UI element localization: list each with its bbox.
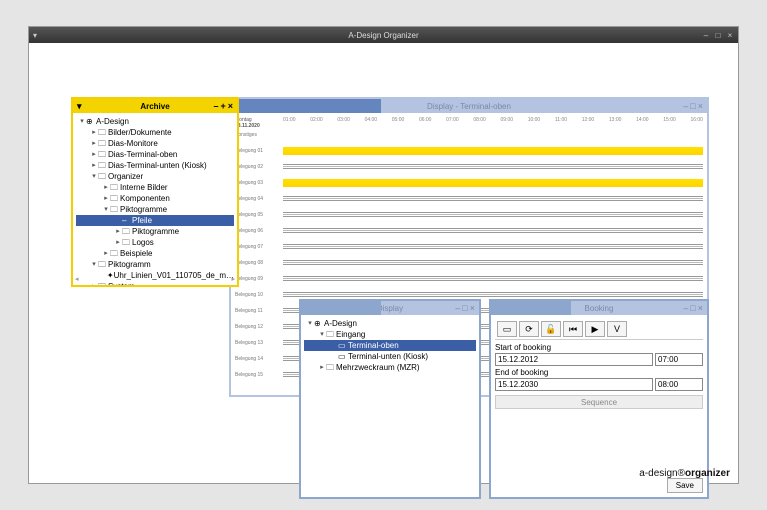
booking-tab[interactable] [491,301,571,315]
tree-row[interactable]: ▾🗀Organizer [76,171,234,182]
window-close-icon[interactable]: × [726,31,734,40]
save-button[interactable]: Save [667,478,703,493]
tree-row[interactable]: ▸🗀Dias-Terminal-oben [76,149,234,160]
booking-toolbar: ▭⟳🔓⏮▶V [495,319,703,340]
window-maximize-icon[interactable]: □ [714,31,722,40]
tree-row[interactable]: ▾🗀Eingang [304,329,476,340]
window-minimize-icon[interactable]: – [702,31,710,40]
tree-row[interactable]: ▾🗀Piktogramm [76,259,234,270]
tree-row[interactable]: ▸🗀Dias-Monitore [76,138,234,149]
toolbar-button-4[interactable]: ▶ [585,321,605,337]
terminal-row[interactable]: Belegung 03 [235,177,703,189]
panel-add-icon[interactable]: + [220,102,225,111]
tree-row[interactable]: ▸🗀Piktogramme [76,226,234,237]
terminal-hours: 01:0002:0003:0004:0005:0006:0007:0008:00… [283,117,703,123]
panel-minimize-icon[interactable]: – [683,304,688,313]
tree-row[interactable]: –Pfeile [76,215,234,226]
toolbar-button-0[interactable]: ▭ [497,321,517,337]
booking-title[interactable]: Booking – □ × [491,301,707,315]
archive-panel: ▾ Archive – + × ▾⊕A-Design▸🗀Bilder/Dokum… [71,97,239,287]
terminal-row[interactable]: Sonstiges [235,129,703,141]
start-time-input[interactable] [655,353,703,366]
terminal-row[interactable]: Belegung 07 [235,241,703,253]
toolbar-button-2[interactable]: 🔓 [541,321,561,337]
tree-row[interactable]: ▸🗀Bilder/Dokumente [76,127,234,138]
archive-tree[interactable]: ▾⊕A-Design▸🗀Bilder/Dokumente▸🗀Dias-Monit… [76,116,234,285]
terminal-row[interactable]: Belegung 05 [235,209,703,221]
titlebar: ▾ A-Design Organizer – □ × [29,27,738,43]
scrollbar[interactable]: ◂▸ [73,275,237,285]
tree-row[interactable]: ▭Terminal-oben [304,340,476,351]
window-title: A-Design Organizer [348,31,418,40]
toolbar-button-5[interactable]: V [607,321,627,337]
terminal-row[interactable]: Belegung 04 [235,193,703,205]
start-of-booking-label: Start of booking [495,343,703,352]
panel-maximize-icon[interactable]: □ [690,304,695,313]
panel-close-icon[interactable]: × [698,304,703,313]
tree-row[interactable]: ▸🗀Mehrzweckraum (MZR) [304,362,476,373]
booking-form: Start of booking End of booking S [495,343,703,409]
panel-minimize-icon[interactable]: – [683,102,688,111]
display-terminal-title[interactable]: Display - Terminal-oben – □ × [231,99,707,113]
display-tree[interactable]: ▾⊕A-Design▾🗀Eingang▭Terminal-oben▭Termin… [304,318,476,373]
panel-close-icon[interactable]: × [470,304,475,313]
panel-close-icon[interactable]: × [698,102,703,111]
tree-row[interactable]: ▸🗀Komponenten [76,193,234,204]
sequence-button[interactable]: Sequence [495,395,703,409]
panel-minimize-icon[interactable]: – [213,102,218,111]
tree-row[interactable]: ▸🗀Logos [76,237,234,248]
terminal-row[interactable]: Belegung 06 [235,225,703,237]
end-date-input[interactable] [495,378,653,391]
workspace: Display - Terminal-oben – □ × Montag 18.… [29,43,738,483]
panel-close-icon[interactable]: × [228,102,233,111]
toolbar-button-3[interactable]: ⏮ [563,321,583,337]
panel-minimize-icon[interactable]: – [455,304,460,313]
tree-row[interactable]: ▾⊕A-Design [76,116,234,127]
tree-row[interactable]: ▭Terminal-unten (Kiosk) [304,351,476,362]
display-title[interactable]: Display – □ × [301,301,479,315]
footer-brand: a-design®organizer [639,468,730,479]
terminal-row[interactable]: Belegung 02 [235,161,703,173]
tree-row[interactable]: ▸🗀Dias-Terminal-unten (Kiosk) [76,160,234,171]
tree-row[interactable]: ▸🗀Interne Bilder [76,182,234,193]
display-terminal-tab[interactable] [231,99,381,113]
tree-row[interactable]: ▸🗀Beispiele [76,248,234,259]
display-tab[interactable] [301,301,381,315]
tree-row[interactable]: ▾🗀Piktogramme [76,204,234,215]
panel-collapse-icon[interactable]: ▾ [77,102,82,111]
window-menu-icon[interactable]: ▾ [33,31,37,40]
display-panel: Display – □ × ▾⊕A-Design▾🗀Eingang▭Termin… [299,299,481,499]
toolbar-button-1[interactable]: ⟳ [519,321,539,337]
start-date-input[interactable] [495,353,653,366]
terminal-row[interactable]: Belegung 01 [235,145,703,157]
terminal-row[interactable]: Belegung 09 [235,273,703,285]
end-of-booking-label: End of booking [495,368,703,377]
archive-title[interactable]: ▾ Archive – + × [73,99,237,113]
tree-row[interactable]: ▾⊕A-Design [304,318,476,329]
end-time-input[interactable] [655,378,703,391]
terminal-row[interactable]: Belegung 08 [235,257,703,269]
panel-maximize-icon[interactable]: □ [462,304,467,313]
app-window: ▾ A-Design Organizer – □ × Display - Ter… [28,26,739,484]
panel-maximize-icon[interactable]: □ [690,102,695,111]
